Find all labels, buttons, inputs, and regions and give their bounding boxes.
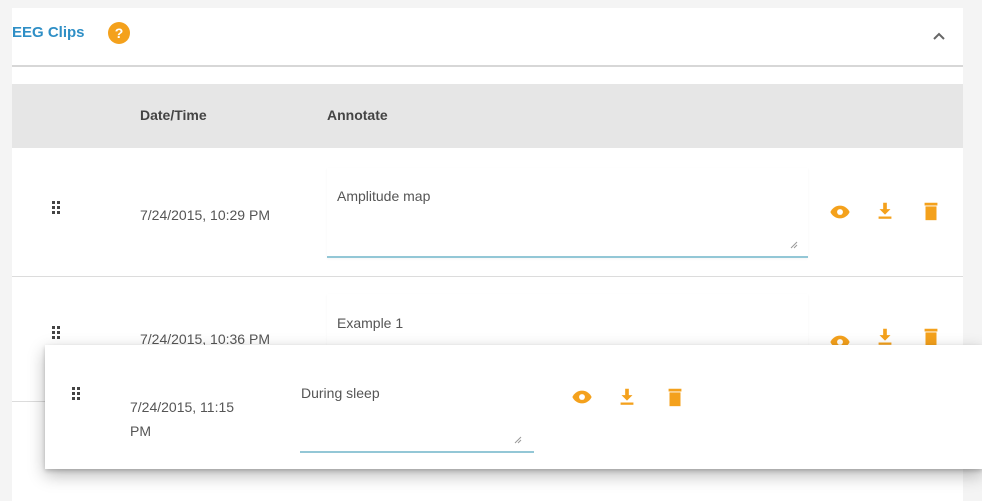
resize-grip-icon[interactable] <box>514 431 522 444</box>
row-datetime-line1: 7/24/2015, 11:15 <box>130 399 235 415</box>
annotate-text: Amplitude map <box>337 188 431 204</box>
eye-icon[interactable] <box>571 386 593 408</box>
download-icon[interactable] <box>874 200 896 222</box>
resize-grip-icon[interactable] <box>790 236 798 249</box>
header-divider <box>12 65 963 67</box>
help-icon[interactable]: ? <box>108 22 130 44</box>
drag-handle-icon[interactable] <box>52 326 60 339</box>
eye-icon[interactable] <box>829 201 851 223</box>
trash-icon[interactable] <box>920 200 942 222</box>
panel-title: EEG Clips <box>12 24 85 41</box>
annotate-field[interactable]: Amplitude map <box>327 168 808 258</box>
annotate-field[interactable]: During sleep <box>300 363 534 453</box>
annotate-text: During sleep <box>301 385 380 401</box>
row-datetime-line2: PM <box>130 423 151 439</box>
field-underline <box>327 256 808 258</box>
column-header-annotate: Annotate <box>327 107 388 123</box>
annotate-text: Example 1 <box>337 315 404 331</box>
dragging-row[interactable]: 7/24/2015, 11:15 PM During sleep <box>45 345 982 469</box>
drag-handle-icon[interactable] <box>72 387 80 400</box>
row-datetime: 7/24/2015, 10:29 PM <box>140 207 270 223</box>
drag-handle-icon[interactable] <box>52 201 60 214</box>
download-icon[interactable] <box>616 386 638 408</box>
eeg-clips-panel: EEG Clips ? Date/Time Annotate 7/24/2015… <box>0 0 982 501</box>
field-underline <box>300 451 534 453</box>
trash-icon[interactable] <box>664 386 686 408</box>
chevron-up-icon[interactable] <box>933 28 945 40</box>
column-header-datetime: Date/Time <box>140 107 207 123</box>
